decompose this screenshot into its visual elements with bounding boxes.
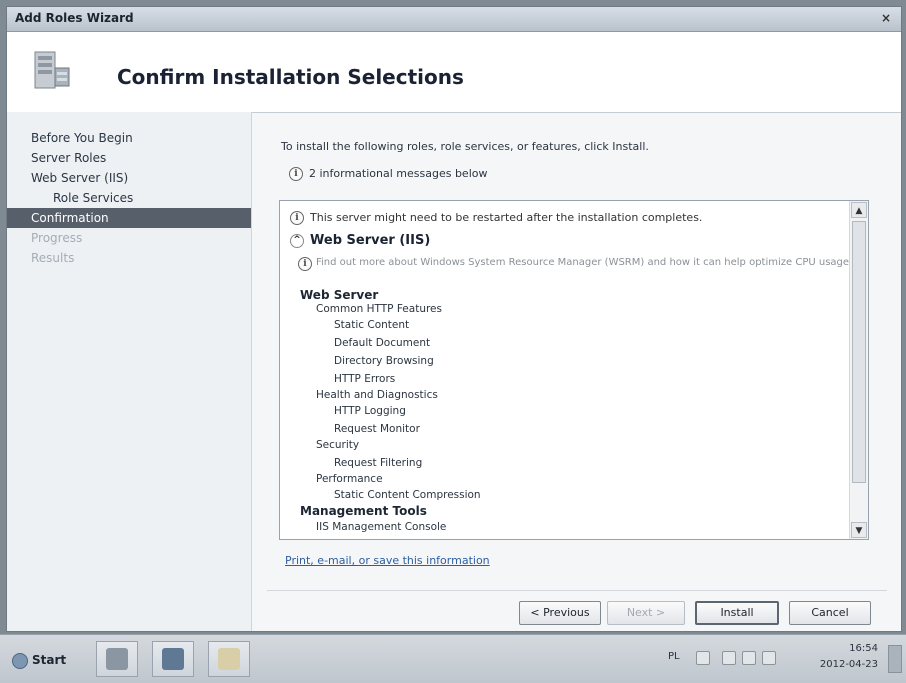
tree-item: Directory Browsing xyxy=(334,355,434,367)
previous-button[interactable]: < Previous xyxy=(519,601,601,625)
clock-time[interactable]: 16:54 xyxy=(828,643,878,654)
language-indicator[interactable]: PL xyxy=(668,651,680,662)
tree-item: Default Document xyxy=(334,337,431,349)
info-messages-summary: i 2 informational messages below xyxy=(289,167,487,181)
keyboard-icon[interactable] xyxy=(696,651,710,665)
tree-item: Static Content xyxy=(334,319,410,331)
nav-item-before-you-begin[interactable]: Before You Begin xyxy=(7,128,251,148)
content-pane: To install the following roles, role ser… xyxy=(267,112,887,631)
windows-logo-icon xyxy=(12,652,28,669)
nav-item-role-services[interactable]: Role Services xyxy=(7,188,251,208)
info-icon: i xyxy=(298,257,312,271)
restart-message-text: This server might need to be restarted a… xyxy=(310,211,703,224)
volume-icon[interactable] xyxy=(762,651,776,665)
info-icon: i xyxy=(289,167,303,181)
vertical-scrollbar[interactable]: ▲ ▼ xyxy=(849,201,868,539)
clock-date[interactable]: 2012-04-23 xyxy=(812,659,878,670)
print-save-link[interactable]: Print, e-mail, or save this information xyxy=(285,554,490,567)
info-icon: i xyxy=(290,211,304,225)
window-title: Add Roles Wizard xyxy=(15,11,134,25)
tree-item: Request Monitor xyxy=(334,423,420,435)
restart-message: i This server might need to be restarted … xyxy=(290,211,702,225)
scroll-down-arrow-icon[interactable]: ▼ xyxy=(851,522,867,538)
show-desktop-button[interactable] xyxy=(888,645,902,673)
server-manager-taskbar-icon[interactable] xyxy=(96,641,138,677)
tree-item: Static Content Compression xyxy=(334,489,481,501)
tree-item: Health and Diagnostics xyxy=(316,389,438,401)
tree-item: Security xyxy=(316,439,360,451)
tree-item: IIS Management Console xyxy=(316,521,447,533)
network-icon[interactable] xyxy=(742,651,756,665)
section-web-server-iis: ^ Web Server (IIS) xyxy=(290,233,430,248)
start-label: Start xyxy=(32,653,67,667)
explorer-taskbar-icon[interactable] xyxy=(208,641,250,677)
add-roles-wizard-window: Add Roles Wizard × Confirm Installation … xyxy=(6,6,902,632)
install-button[interactable]: Install xyxy=(695,601,779,625)
tree-item: Management Tools xyxy=(300,504,427,518)
start-button[interactable]: Start xyxy=(12,649,82,671)
close-button[interactable]: × xyxy=(877,10,895,26)
info-count-text: 2 informational messages below xyxy=(309,167,488,180)
nav-item-results: Results xyxy=(31,251,75,265)
cancel-button[interactable]: Cancel xyxy=(789,601,871,625)
nav-item-progress: Progress xyxy=(31,231,83,245)
nav-item-confirmation[interactable]: Confirmation xyxy=(7,208,251,228)
nav-item-server-roles[interactable]: Server Roles xyxy=(7,148,251,168)
tree-item: Performance xyxy=(316,473,383,485)
tree-item: HTTP Errors xyxy=(334,373,396,385)
server-manager-icon xyxy=(106,648,128,670)
wizard-buttons: < Previous Next > Install Cancel xyxy=(267,590,887,631)
next-button: Next > xyxy=(607,601,685,625)
scroll-thumb[interactable] xyxy=(852,221,866,483)
powershell-taskbar-icon[interactable] xyxy=(152,641,194,677)
title-bar: Add Roles Wizard × xyxy=(7,7,901,32)
tree-item: Common HTTP Features xyxy=(316,303,442,315)
intro-text: To install the following roles, role ser… xyxy=(281,140,649,153)
powershell-icon xyxy=(162,648,184,670)
page-title: Confirm Installation Selections xyxy=(117,65,464,89)
nav-item-web-server-iis[interactable]: Web Server (IIS) xyxy=(7,168,251,188)
scroll-up-arrow-icon[interactable]: ▲ xyxy=(851,202,867,218)
collapse-icon[interactable]: ^ xyxy=(290,233,304,248)
section-title: Web Server (IIS) xyxy=(310,233,431,248)
wizard-nav: Before You Begin Server Roles Web Server… xyxy=(7,112,252,631)
server-roles-icon xyxy=(33,48,73,94)
folder-icon xyxy=(218,648,240,670)
flag-icon[interactable] xyxy=(722,651,736,665)
tree-item: Request Filtering xyxy=(334,457,423,469)
taskbar: Start PL 16:54 2012-04-23 xyxy=(0,634,906,683)
wizard-header: Confirm Installation Selections xyxy=(7,32,901,113)
tree-item: HTTP Logging xyxy=(334,405,406,417)
wsrm-message[interactable]: i Find out more about Windows System Reso… xyxy=(298,257,853,271)
wsrm-message-text: Find out more about Windows System Resou… xyxy=(316,257,850,268)
selections-list[interactable]: i This server might need to be restarted … xyxy=(279,200,869,540)
